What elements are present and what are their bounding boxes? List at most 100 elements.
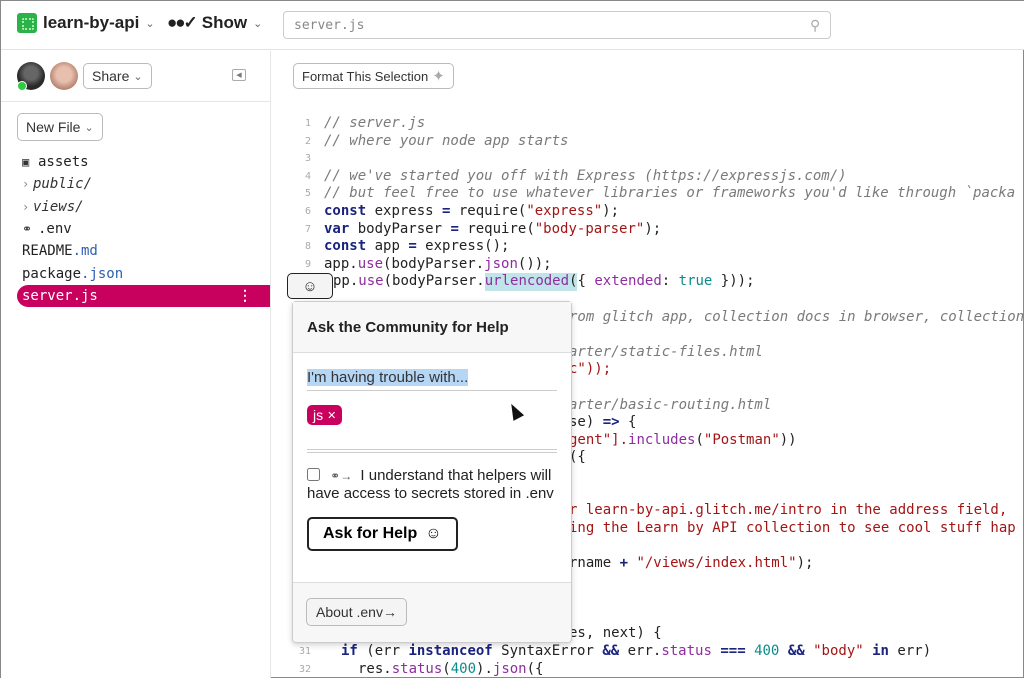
- project-name: learn-by-api: [43, 13, 140, 32]
- code-token: use: [358, 273, 384, 290]
- tag-label: js: [313, 407, 324, 423]
- new-file-button[interactable]: New File ⌄: [17, 113, 103, 141]
- code-token: status: [391, 660, 443, 677]
- code-token: res.: [358, 660, 392, 677]
- code-token: "Postman": [703, 431, 780, 448]
- show-menu[interactable]: ●●✓ Show ⌄: [167, 13, 262, 33]
- code-text: r learn-by-api.glitch.me/intro in the ad…: [569, 502, 1008, 519]
- code-token: "/views/index.html": [628, 555, 797, 571]
- file-ext: .md: [72, 243, 98, 260]
- divider: [307, 449, 557, 453]
- code-line: 3: [281, 150, 324, 168]
- consent-checkbox[interactable]: [307, 468, 320, 481]
- code-token: ({: [526, 660, 544, 677]
- code-token: :: [661, 273, 679, 290]
- file-name: package: [22, 265, 82, 282]
- line-number: 8: [304, 241, 311, 253]
- search-input[interactable]: [294, 17, 810, 33]
- file-search[interactable]: ⚲: [283, 11, 831, 39]
- chevron-down-icon: ⌄: [253, 17, 263, 30]
- collapse-sidebar-icon[interactable]: ◀: [232, 69, 246, 81]
- file-item-assets[interactable]: ▣ assets: [17, 151, 270, 173]
- code-token: ());: [517, 255, 552, 272]
- code-token: urlencoded: [484, 273, 570, 291]
- code-line: 2 // where your node app starts: [281, 133, 568, 151]
- project-menu[interactable]: learn-by-api ⌄: [17, 13, 155, 33]
- file-name: README: [22, 243, 73, 260]
- more-options-icon[interactable]: ⋮: [238, 287, 252, 304]
- ask-for-help-trigger[interactable]: ☺: [287, 273, 333, 299]
- code-line: es, next) {: [569, 625, 662, 643]
- code-line: 9 app. use (bodyParser. json ());: [281, 256, 552, 274]
- tag-chip[interactable]: js ✕: [307, 405, 343, 425]
- remove-tag-icon[interactable]: ✕: [327, 409, 336, 422]
- code-token: }));: [712, 273, 755, 290]
- trouble-placeholder: I'm having trouble with...: [307, 369, 469, 386]
- code-token: (: [569, 273, 578, 291]
- code-line: arter/static-files.html: [569, 344, 763, 362]
- code-token: se): [569, 414, 603, 431]
- popover-title: Ask the Community for Help: [293, 302, 571, 353]
- code-token: use: [357, 255, 384, 272]
- code-line: se) => {: [569, 414, 636, 432]
- code-text: // where your node app starts: [324, 132, 569, 149]
- show-label: Show: [201, 13, 248, 32]
- code-line: r learn-by-api.glitch.me/intro in the ad…: [569, 502, 1007, 520]
- code-token: "body": [813, 643, 864, 659]
- file-item-server-js[interactable]: server.js ⋮: [17, 284, 270, 308]
- code-token: gent"].: [569, 431, 629, 448]
- code-token: require(: [450, 203, 527, 219]
- format-selection-button[interactable]: Format This Selection ✦: [293, 63, 454, 89]
- line-number: 31: [298, 646, 311, 657]
- file-item-env[interactable]: ⚭ .env: [17, 218, 270, 240]
- folder-item-views[interactable]: › views/: [17, 196, 270, 218]
- code-token: (err: [357, 643, 409, 659]
- folder-name: public/: [33, 176, 93, 193]
- code-token: =: [408, 238, 417, 255]
- code-token: ).: [476, 660, 493, 677]
- code-line: rom glitch app, collection docs in brows…: [569, 309, 1024, 327]
- code-token: json: [492, 660, 527, 677]
- folder-name: views/: [33, 198, 84, 215]
- search-icon[interactable]: ⚲: [810, 17, 820, 34]
- code-line: c"));: [569, 361, 611, 379]
- code-token: status: [661, 643, 712, 659]
- line-number: 9: [304, 258, 311, 270]
- code-token: (bodyParser.: [383, 255, 485, 272]
- code-token: (: [695, 431, 704, 448]
- code-token: "body-parser": [534, 220, 645, 237]
- code-token: );: [644, 220, 662, 237]
- trouble-input[interactable]: I'm having trouble with...: [307, 369, 557, 391]
- avatar[interactable]: [50, 62, 78, 90]
- code-text: c"));: [569, 361, 612, 378]
- chevron-down-icon: ⌄: [145, 17, 155, 30]
- share-button[interactable]: Share ⌄: [83, 63, 152, 89]
- code-token: &&: [602, 643, 620, 659]
- code-line: 7 var bodyParser = require("body-parser")…: [281, 221, 661, 239]
- project-logo-icon: [17, 13, 37, 33]
- code-token: const: [324, 203, 367, 219]
- code-line: gent"]. includes("Postman")): [569, 432, 797, 450]
- code-token: +: [619, 555, 629, 571]
- code-line: 31 if (err instanceof SyntaxError && err.…: [281, 643, 931, 661]
- folder-item-public[interactable]: › public/: [17, 173, 270, 195]
- file-item-package[interactable]: package .json: [17, 262, 270, 284]
- code-text: // but feel free to use whatever librari…: [324, 185, 1016, 202]
- code-token: );: [796, 555, 814, 571]
- code-line: arter/basic-routing.html: [569, 397, 771, 415]
- code-text: arter/basic-routing.html: [569, 396, 772, 413]
- code-token: instanceof: [408, 643, 493, 659]
- code-token: "express": [526, 203, 603, 219]
- code-line: rname + "/views/index.html");: [569, 555, 813, 573]
- line-number: 6: [304, 206, 311, 217]
- file-item-readme[interactable]: README .md: [17, 240, 270, 262]
- code-token: rname: [569, 555, 620, 571]
- ask-for-help-button[interactable]: Ask for Help ☺: [307, 517, 458, 551]
- file-tree: ▣ assets › public/ › views/ ⚭ .env READM…: [17, 151, 270, 308]
- about-env-button[interactable]: About .env→: [306, 598, 407, 626]
- line-number: 2: [304, 135, 311, 147]
- share-label: Share: [92, 68, 130, 84]
- code-token: (bodyParser.: [383, 273, 485, 290]
